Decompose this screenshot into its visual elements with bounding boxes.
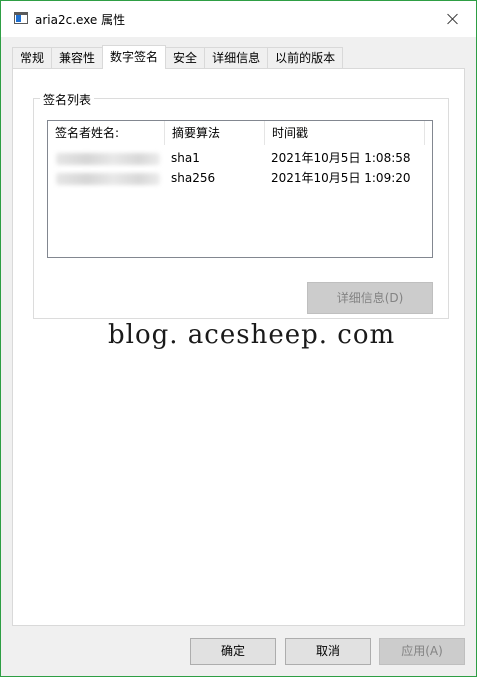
column-digest-algorithm[interactable]: 摘要算法: [165, 121, 265, 145]
table-row[interactable]: sha1 2021年10月5日 1:08:58: [48, 148, 432, 168]
app-window-icon: [14, 12, 28, 24]
tab-previous-versions[interactable]: 以前的版本: [267, 47, 344, 69]
tab-security[interactable]: 安全: [165, 47, 206, 69]
row-algorithm: sha1: [171, 151, 200, 165]
watermark-text: blog. acesheep. com: [108, 320, 396, 350]
group-title: 签名列表: [40, 91, 95, 108]
table-row[interactable]: sha256 2021年10月5日 1:09:20: [48, 168, 432, 188]
list-header: 签名者姓名: 摘要算法 时间戳: [48, 121, 432, 145]
tab-digital-signatures[interactable]: 数字签名: [102, 45, 167, 69]
redacted-signer-name: [56, 173, 160, 185]
redacted-signer-name: [56, 153, 160, 165]
column-signer-name[interactable]: 签名者姓名:: [48, 121, 165, 145]
signature-list[interactable]: 签名者姓名: 摘要算法 时间戳 sha1 2021年10月5日 1:08:58 …: [47, 120, 433, 258]
column-timestamp[interactable]: 时间戳: [265, 121, 425, 145]
apply-button[interactable]: 应用(A): [379, 638, 465, 665]
signature-list-group: 签名列表 签名者姓名: 摘要算法 时间戳 sha1 2021年10月5日 1:0…: [33, 91, 449, 319]
window-title: aria2c.exe 属性: [35, 13, 126, 27]
row-algorithm: sha256: [171, 171, 216, 185]
tab-strip: 常规 兼容性 数字签名 安全 详细信息 以前的版本: [12, 45, 344, 69]
tab-general[interactable]: 常规: [12, 47, 53, 69]
row-timestamp: 2021年10月5日 1:08:58: [271, 151, 411, 165]
row-timestamp: 2021年10月5日 1:09:20: [271, 171, 411, 185]
title-bar[interactable]: aria2c.exe 属性: [1, 1, 476, 37]
properties-window: aria2c.exe 属性 常规 兼容性 数字签名 安全 详细信息 以前的版本 …: [0, 0, 477, 677]
ok-button[interactable]: 确定: [190, 638, 276, 665]
close-button[interactable]: [430, 1, 476, 37]
close-icon: [447, 13, 459, 25]
details-button[interactable]: 详细信息(D): [307, 282, 433, 314]
cancel-button[interactable]: 取消: [285, 638, 371, 665]
tab-panel: 签名列表 签名者姓名: 摘要算法 时间戳 sha1 2021年10月5日 1:0…: [12, 68, 465, 626]
tab-details[interactable]: 详细信息: [204, 47, 269, 69]
tab-compatibility[interactable]: 兼容性: [51, 47, 104, 69]
